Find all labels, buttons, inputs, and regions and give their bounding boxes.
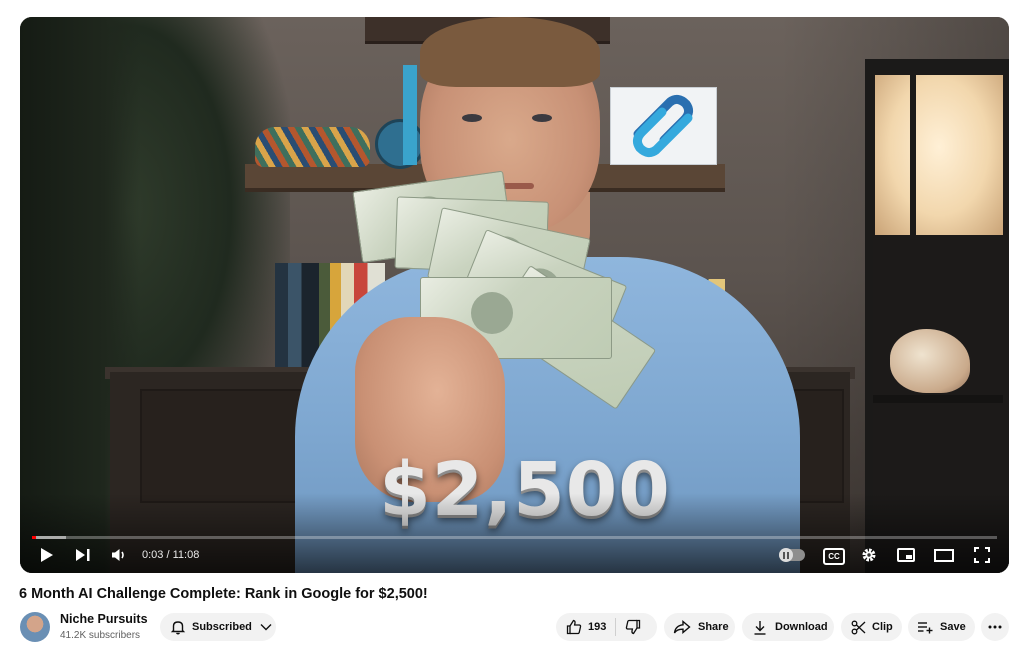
pause-icon	[783, 552, 789, 559]
save-label: Save	[940, 621, 966, 633]
time-separator: /	[166, 549, 170, 561]
decor-jar	[255, 127, 370, 167]
channel-avatar[interactable]	[20, 612, 50, 642]
chevron-down-icon	[260, 623, 272, 631]
miniplayer-button[interactable]	[894, 543, 918, 567]
time-display: 0:03 / 11:08	[142, 549, 199, 561]
like-button[interactable]: 193	[566, 619, 606, 635]
playlist-add-icon	[917, 621, 934, 634]
download-icon	[753, 620, 767, 635]
progress-loaded	[32, 536, 66, 539]
thumbs-down-icon	[626, 619, 641, 635]
next-button[interactable]	[72, 543, 94, 567]
channel-name[interactable]: Niche Pursuits	[60, 612, 148, 626]
like-count: 193	[588, 621, 607, 633]
settings-button[interactable]	[858, 543, 880, 567]
presenter-eye	[462, 114, 482, 122]
video-player[interactable]: $2,500 0:03 / 11:08 CC	[20, 17, 1009, 573]
save-button[interactable]: Save	[908, 613, 975, 641]
gear-icon	[862, 548, 876, 562]
share-label: Share	[698, 621, 729, 633]
download-button[interactable]: Download	[742, 613, 834, 641]
scissors-icon	[851, 620, 866, 635]
decor-globe	[375, 119, 425, 169]
clip-label: Clip	[872, 621, 893, 633]
lamp-frame	[910, 75, 916, 235]
subscribe-label: Subscribed	[192, 621, 252, 633]
time-current: 0:03	[142, 549, 164, 561]
subscribe-button[interactable]: Subscribed	[160, 613, 276, 641]
presenter-hair	[420, 17, 600, 87]
share-icon	[673, 620, 691, 634]
volume-icon	[112, 549, 124, 561]
dislike-button[interactable]	[625, 619, 641, 635]
time-total: 11:08	[172, 549, 200, 561]
fullscreen-button[interactable]	[970, 543, 994, 567]
video-title: 6 Month AI Challenge Complete: Rank in G…	[19, 586, 428, 602]
play-button[interactable]	[36, 543, 58, 567]
download-label: Download	[775, 621, 828, 633]
progress-bar[interactable]	[32, 536, 997, 539]
more-horizontal-icon	[988, 625, 1002, 629]
thumbs-up-icon	[566, 619, 582, 635]
channel-logo-mark	[632, 94, 694, 158]
next-icon	[76, 549, 90, 561]
credenza-door	[140, 389, 304, 503]
share-button[interactable]: Share	[664, 613, 735, 641]
like-dislike-group: 193	[556, 613, 657, 641]
lamp-shade	[875, 75, 1003, 235]
volume-button[interactable]	[108, 543, 130, 567]
more-actions-button[interactable]	[981, 613, 1009, 641]
video-frame[interactable]: $2,500	[20, 17, 1009, 573]
theater-button[interactable]	[932, 543, 956, 567]
lamp-shelf	[873, 395, 1003, 403]
bell-icon	[170, 619, 186, 635]
presenter-eye	[532, 114, 552, 122]
fullscreen-icon	[974, 547, 990, 563]
cc-icon[interactable]: CC	[823, 548, 845, 565]
subscriber-count: 41.2K subscribers	[60, 630, 141, 641]
decor-book	[403, 65, 417, 165]
theater-icon	[934, 548, 954, 562]
like-divider	[615, 618, 617, 636]
progress-played	[32, 536, 37, 539]
autoplay-toggle[interactable]	[779, 548, 805, 562]
play-icon	[41, 548, 53, 562]
miniplayer-icon	[897, 548, 915, 562]
clip-button[interactable]: Clip	[841, 613, 902, 641]
